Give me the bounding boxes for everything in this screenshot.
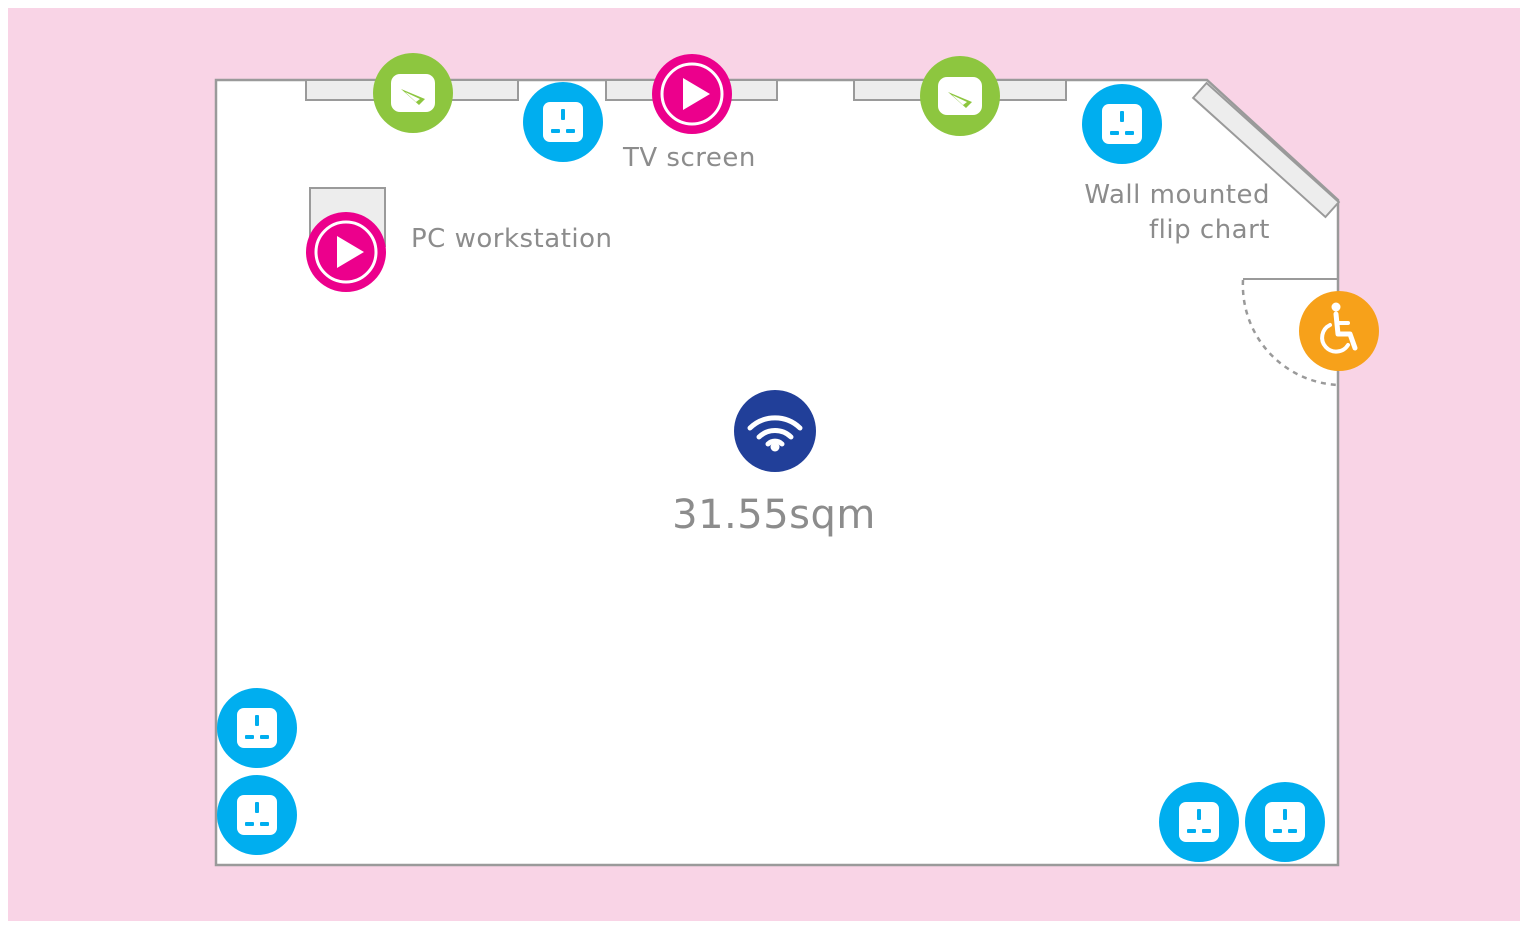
pc-workstation-label: PC workstation — [411, 224, 613, 254]
display-marker — [652, 54, 732, 134]
power-socket-marker — [217, 688, 297, 768]
tv-screen-label: TV screen — [623, 143, 756, 173]
power-socket-marker — [1245, 782, 1325, 862]
room-area-label: 31.55sqm — [672, 492, 876, 538]
power-socket-marker — [523, 82, 603, 162]
power-socket-marker — [1159, 782, 1239, 862]
power-socket-marker — [1082, 84, 1162, 164]
flip-chart-label: Wall mounted flip chart — [1084, 178, 1270, 248]
flip-chart-label-line2: flip chart — [1149, 215, 1270, 245]
accessible-entrance-marker — [1299, 291, 1379, 371]
display-marker — [306, 212, 386, 292]
power-socket-marker — [217, 775, 297, 855]
flip-chart-label-line1: Wall mounted — [1084, 180, 1270, 210]
wifi-marker — [734, 390, 816, 472]
floor-plan — [0, 0, 1528, 929]
writing-surface-marker — [920, 56, 1000, 136]
writing-surface-marker — [373, 53, 453, 133]
